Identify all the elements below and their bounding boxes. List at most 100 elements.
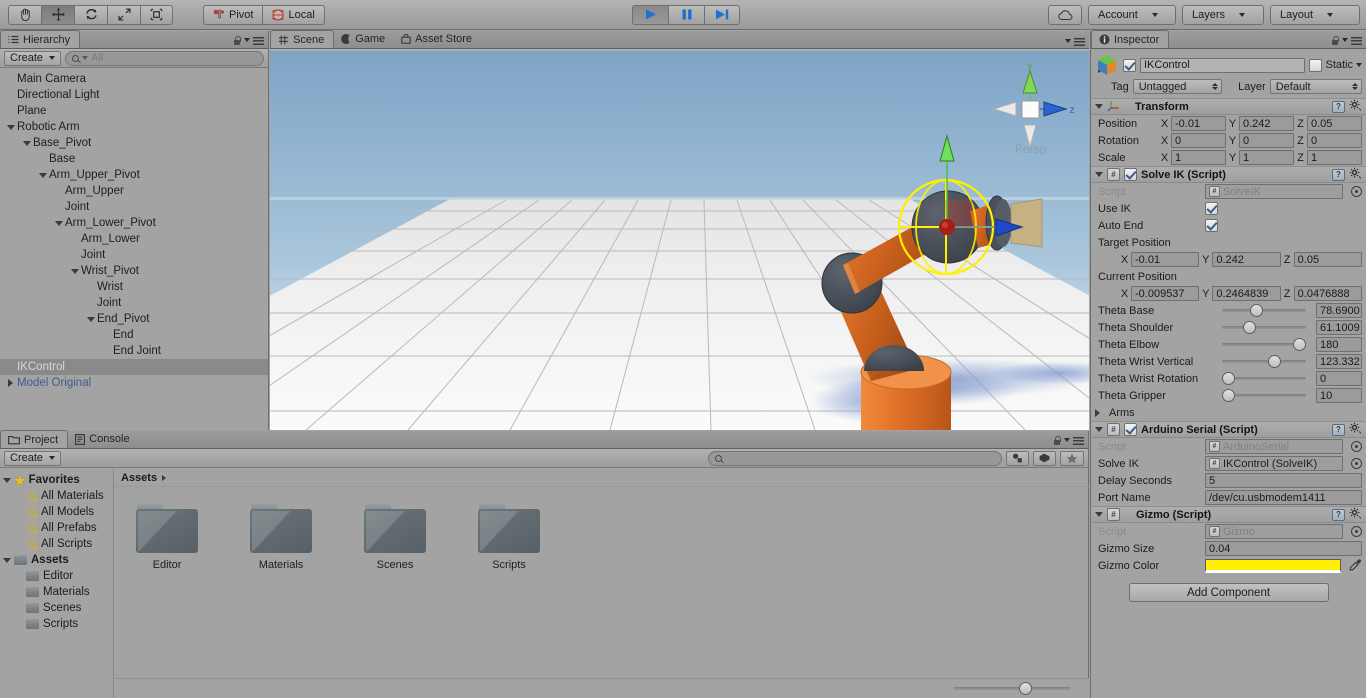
vector3-y-input[interactable]: 1 xyxy=(1239,150,1294,165)
tab-hierarchy[interactable]: Hierarchy xyxy=(0,30,80,48)
object-picker-icon[interactable] xyxy=(1351,458,1362,469)
help-icon[interactable]: ? xyxy=(1332,509,1345,521)
property-slider[interactable] xyxy=(1222,377,1306,380)
coord-space-button[interactable]: Local xyxy=(262,5,324,25)
play-button[interactable] xyxy=(632,5,668,25)
chevron-down-icon[interactable] xyxy=(52,221,65,226)
object-reference-field[interactable]: #SolveIK xyxy=(1205,184,1343,199)
color-swatch[interactable] xyxy=(1205,559,1341,573)
tab-console[interactable]: Console xyxy=(68,430,138,448)
hand-tool-button[interactable] xyxy=(8,5,41,25)
slider-knob[interactable] xyxy=(1293,338,1306,351)
project-create-button[interactable]: Create xyxy=(4,451,61,466)
slider-value-input[interactable]: 10 xyxy=(1316,388,1362,403)
object-picker-icon[interactable] xyxy=(1351,186,1362,197)
asset-zoom-slider[interactable] xyxy=(953,687,1071,690)
scale-tool-button[interactable] xyxy=(107,5,140,25)
object-reference-field[interactable]: #ArduinoSerial xyxy=(1205,439,1343,454)
hierarchy-item[interactable]: Base xyxy=(0,151,268,167)
component-header[interactable]: #Gizmo (Script)? xyxy=(1091,506,1366,523)
static-checkbox[interactable] xyxy=(1309,59,1322,72)
help-icon[interactable]: ? xyxy=(1332,169,1345,181)
project-tree-item[interactable]: All Scripts xyxy=(0,536,113,552)
help-icon[interactable]: ? xyxy=(1332,424,1345,436)
vector3-z-input[interactable]: 0.05 xyxy=(1294,252,1362,267)
property-slider[interactable] xyxy=(1222,326,1306,329)
pause-button[interactable] xyxy=(668,5,704,25)
breadcrumb-assets[interactable]: Assets xyxy=(121,472,157,484)
tag-dropdown[interactable]: Untagged xyxy=(1133,79,1222,94)
component-enabled-checkbox[interactable] xyxy=(1124,423,1137,436)
gameobject-enabled-checkbox[interactable] xyxy=(1123,59,1136,72)
asset-item[interactable]: Scenes xyxy=(345,503,445,571)
chevron-down-icon[interactable] xyxy=(36,173,49,178)
slider-knob[interactable] xyxy=(1250,304,1263,317)
tab-game[interactable]: Game xyxy=(334,30,394,48)
slider-value-input[interactable]: 78.6900 xyxy=(1316,303,1362,318)
vector3-z-input[interactable]: 0.0476888 xyxy=(1294,286,1362,301)
project-tree-item[interactable]: Scenes xyxy=(0,600,113,616)
panel-menu-icon[interactable] xyxy=(1073,437,1084,445)
vector3-x-input[interactable]: -0.01 xyxy=(1171,116,1226,131)
chevron-down-icon[interactable] xyxy=(3,478,14,483)
vector3-z-input[interactable]: 1 xyxy=(1307,150,1362,165)
chevron-down-icon[interactable] xyxy=(68,269,81,274)
scene-orientation-gizmo[interactable]: y z Persp xyxy=(978,57,1083,162)
account-dropdown[interactable]: Account xyxy=(1088,5,1176,25)
layers-dropdown[interactable]: Layers xyxy=(1182,5,1264,25)
tab-project[interactable]: Project xyxy=(0,430,68,448)
project-search-input[interactable] xyxy=(708,451,1002,466)
chevron-down-icon[interactable] xyxy=(84,317,97,322)
layout-dropdown[interactable]: Layout xyxy=(1270,5,1360,25)
help-icon[interactable]: ? xyxy=(1332,101,1345,113)
add-component-button[interactable]: Add Component xyxy=(1129,583,1329,602)
property-slider[interactable] xyxy=(1222,394,1306,397)
project-tree-item[interactable]: ★Favorites xyxy=(0,472,113,488)
projection-mode-label[interactable]: Persp xyxy=(978,142,1083,156)
vector3-y-input[interactable]: 0.242 xyxy=(1212,252,1280,267)
hierarchy-item[interactable]: Robotic Arm xyxy=(0,119,268,135)
hierarchy-item[interactable]: Model Original xyxy=(0,375,268,391)
gear-icon[interactable] xyxy=(1349,422,1362,437)
chevron-down-icon[interactable] xyxy=(20,141,33,146)
hierarchy-item[interactable]: Wrist xyxy=(0,279,268,295)
vector3-y-input[interactable]: 0.2464839 xyxy=(1212,286,1280,301)
chevron-right-icon[interactable] xyxy=(4,379,17,387)
type-filter-button[interactable] xyxy=(1006,451,1029,466)
hierarchy-item[interactable]: Joint xyxy=(0,199,268,215)
eyedropper-icon[interactable] xyxy=(1349,558,1362,574)
hierarchy-item[interactable]: End xyxy=(0,327,268,343)
vector3-x-input[interactable]: -0.009537 xyxy=(1131,286,1199,301)
hierarchy-create-button[interactable]: Create xyxy=(4,51,61,66)
slider-value-input[interactable]: 180 xyxy=(1316,337,1362,352)
hierarchy-item[interactable]: Directional Light xyxy=(0,87,268,103)
slider-value-input[interactable]: 123.332 xyxy=(1316,354,1362,369)
panel-menu-icon[interactable] xyxy=(253,37,264,45)
project-tree-item[interactable]: Editor xyxy=(0,568,113,584)
pivot-mode-button[interactable]: Pivot xyxy=(203,5,262,25)
hierarchy-item[interactable]: Joint xyxy=(0,295,268,311)
gear-icon[interactable] xyxy=(1349,99,1362,114)
hierarchy-item[interactable]: Base_Pivot xyxy=(0,135,268,151)
chevron-down-icon[interactable] xyxy=(1095,104,1103,109)
move-tool-button[interactable] xyxy=(41,5,74,25)
asset-item[interactable]: Materials xyxy=(231,503,331,571)
scene-viewport[interactable]: y z Persp xyxy=(270,51,1089,430)
chevron-down-icon[interactable] xyxy=(1095,427,1103,432)
cloud-services-button[interactable] xyxy=(1048,5,1082,25)
slider-knob[interactable] xyxy=(1222,372,1235,385)
component-enabled-checkbox[interactable] xyxy=(1124,168,1137,181)
hierarchy-item[interactable]: IKControl xyxy=(0,359,268,375)
object-picker-icon[interactable] xyxy=(1351,441,1362,452)
foldout-row[interactable]: Arms xyxy=(1091,404,1366,421)
chevron-down-icon[interactable] xyxy=(1095,172,1103,177)
tab-asset-store[interactable]: Asset Store xyxy=(394,30,481,48)
chevron-down-icon[interactable] xyxy=(4,125,17,130)
lock-icon[interactable] xyxy=(1053,436,1061,446)
project-tree-item[interactable]: Assets xyxy=(0,552,113,568)
asset-item[interactable]: Editor xyxy=(117,503,217,571)
panel-menu-icon[interactable] xyxy=(1351,37,1362,45)
slider-value-input[interactable]: 61.1009 xyxy=(1316,320,1362,335)
property-slider[interactable] xyxy=(1222,309,1306,312)
gameobject-name-input[interactable]: IKControl xyxy=(1140,58,1305,73)
